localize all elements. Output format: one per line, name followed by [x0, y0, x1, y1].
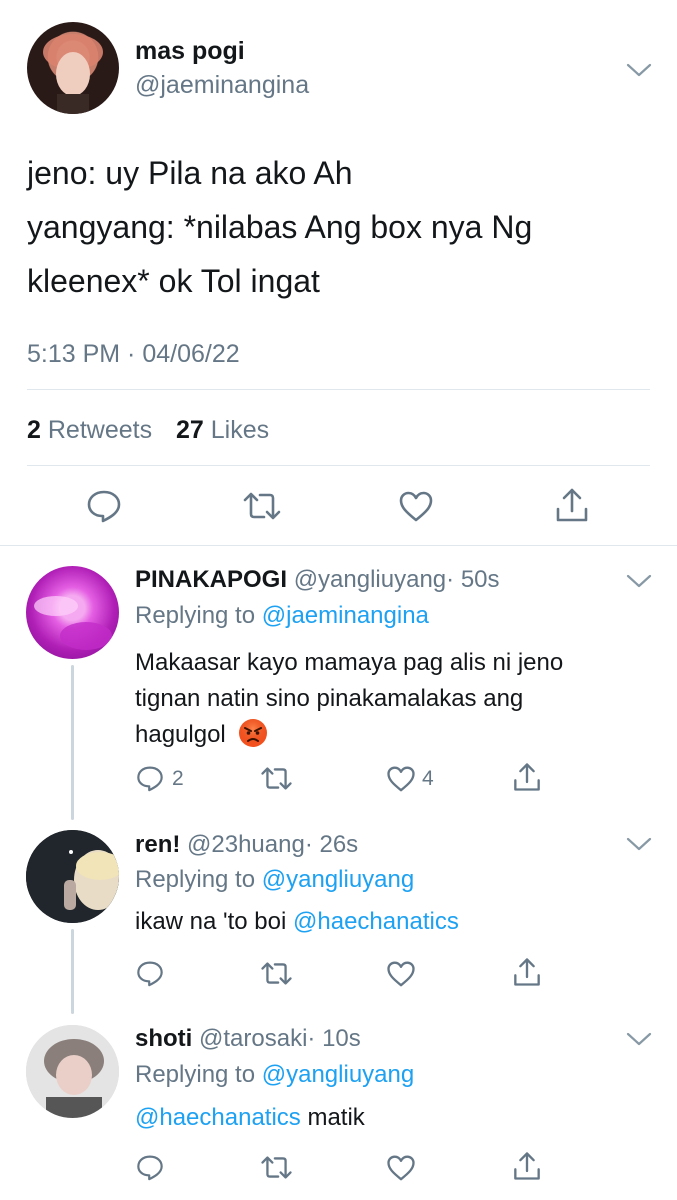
mention-link[interactable]: @haechanatics [135, 1104, 301, 1131]
reply-icon[interactable] [136, 765, 164, 792]
thread-line [71, 929, 74, 1014]
reply-body: matik [307, 1104, 365, 1131]
reply-text: @haechanatics matik [135, 1104, 365, 1132]
avatar-photo [26, 830, 119, 923]
share-icon[interactable] [512, 1151, 542, 1181]
mention-link[interactable]: @haechanatics [293, 908, 459, 935]
reply-handle[interactable]: @23huang [187, 831, 305, 858]
reply-avatar[interactable] [26, 830, 119, 923]
reply-line: hagulgol [135, 721, 226, 748]
replying-to: Replying to @yangliuyang [135, 1061, 414, 1089]
avatar-photo [43, 34, 103, 114]
replying-to: Replying to @jaeminangina [135, 602, 429, 630]
tweet-line: jeno: uy Pila na ako Ah [27, 155, 353, 191]
tweet-line: kleenex* ok Tol ingat [27, 263, 320, 299]
likes-count[interactable]: 27 [176, 416, 204, 444]
like-icon[interactable] [386, 1154, 416, 1181]
section-divider [0, 545, 677, 546]
reply-time[interactable]: · 10s [307, 1025, 360, 1052]
chevron-down-icon[interactable] [626, 62, 652, 78]
chevron-down-icon[interactable] [626, 1031, 652, 1047]
retweet-icon[interactable] [260, 960, 293, 987]
share-icon[interactable] [512, 762, 542, 792]
reply-icon[interactable] [136, 960, 164, 987]
main-handle[interactable]: @jaeminangina [135, 71, 309, 100]
replying-mention[interactable]: @yangliuyang [262, 1061, 414, 1088]
reply-line: tignan natin sino pinakamalakas ang [135, 685, 524, 712]
share-icon[interactable] [512, 957, 542, 987]
reply-header: ren! @23huang· 26s [135, 831, 358, 859]
reply-display-name[interactable]: shoti [135, 1025, 192, 1052]
retweets-count[interactable]: 2 [27, 416, 41, 444]
avatar-photo [34, 596, 112, 650]
avatar-photo [26, 1025, 119, 1118]
likes-label[interactable]: Likes [211, 416, 269, 444]
reply-header: shoti @tarosaki· 10s [135, 1025, 361, 1053]
reply-count: 2 [172, 767, 184, 790]
thread-line [71, 665, 74, 820]
reply-line: Makaasar kayo mamaya pag alis ni jeno [135, 649, 564, 676]
main-tweet-text: jeno: uy Pila na ako Ah yangyang: *nilab… [27, 146, 532, 308]
reply-display-name[interactable]: PINAKAPOGI [135, 566, 287, 593]
reply-icon[interactable] [136, 1154, 164, 1181]
replying-mention[interactable]: @yangliuyang [262, 866, 414, 893]
tweet-line: yangyang: *nilabas Ang box nya Ng [27, 209, 533, 245]
reply-time[interactable]: · 50s [446, 566, 499, 593]
replying-label: Replying to [135, 866, 256, 893]
reply-handle[interactable]: @yangliuyang [294, 566, 446, 593]
reply-display-name[interactable]: ren! [135, 831, 180, 858]
reply-icon[interactable] [86, 489, 122, 523]
replying-to: Replying to @yangliuyang [135, 866, 414, 894]
divider [27, 389, 650, 390]
replying-label: Replying to [135, 1061, 256, 1088]
reply-avatar[interactable] [26, 1025, 119, 1118]
replying-label: Replying to [135, 602, 256, 629]
reply-header: PINAKAPOGI @yangliuyang· 50s [135, 566, 500, 594]
reply-handle[interactable]: @tarosaki [199, 1025, 307, 1052]
angry-face-icon [238, 718, 268, 759]
engagement-stats: 2 Retweets 27 Likes [27, 416, 269, 445]
retweets-label[interactable]: Retweets [48, 416, 152, 444]
replying-mention[interactable]: @jaeminangina [262, 602, 429, 629]
like-count: 4 [422, 767, 434, 790]
like-icon[interactable] [386, 765, 416, 792]
reply-avatar[interactable] [26, 566, 119, 659]
share-icon[interactable] [554, 487, 590, 523]
divider [27, 465, 650, 466]
like-icon[interactable] [398, 490, 434, 522]
chevron-down-icon[interactable] [626, 836, 652, 852]
main-timestamp[interactable]: 5:13 PM · 04/06/22 [27, 340, 240, 369]
main-avatar[interactable] [27, 22, 119, 114]
main-display-name[interactable]: mas pogi [135, 37, 245, 66]
reply-text: ikaw na 'to boi @haechanatics [135, 908, 459, 936]
reply-body: ikaw na 'to boi [135, 908, 287, 935]
reply-time[interactable]: · 26s [305, 831, 358, 858]
retweet-icon[interactable] [260, 765, 293, 792]
retweet-icon[interactable] [260, 1154, 293, 1181]
chevron-down-icon[interactable] [626, 573, 652, 589]
like-icon[interactable] [386, 960, 416, 987]
reply-text: Makaasar kayo mamaya pag alis ni jeno ti… [135, 645, 563, 759]
retweet-icon[interactable] [242, 490, 282, 522]
